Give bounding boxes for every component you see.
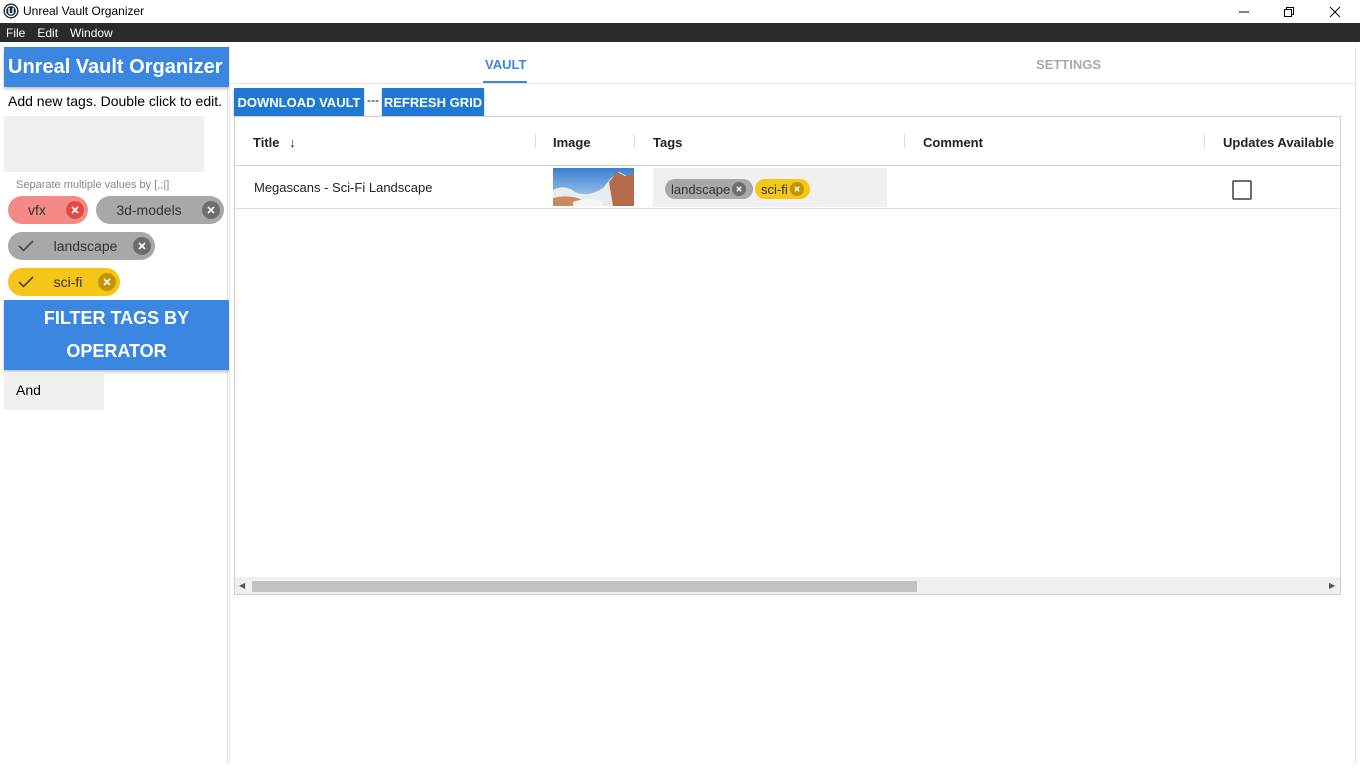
updates-available-checkbox[interactable] (1232, 180, 1252, 200)
chip-label: vfx (28, 202, 46, 218)
close-button[interactable] (1312, 0, 1358, 23)
scroll-right-icon[interactable]: ▶ (1329, 581, 1335, 590)
app-logo-icon (3, 3, 19, 19)
chip-label: landscape (671, 181, 731, 197)
minimize-button[interactable] (1221, 0, 1267, 23)
tag-chip-landscape[interactable]: landscape (8, 232, 155, 260)
remove-tag-icon[interactable] (98, 273, 116, 291)
remove-tag-icon[interactable] (66, 201, 84, 219)
minimize-icon (1239, 11, 1249, 12)
column-header-updates-available[interactable]: Updates Available (1223, 135, 1334, 150)
sidebar-title: Unreal Vault Organizer (4, 47, 229, 87)
remove-tag-icon[interactable] (202, 201, 220, 219)
active-tab-indicator (483, 81, 527, 83)
tab-settings[interactable]: SETTINGS (1036, 57, 1101, 72)
title-bar: Unreal Vault Organizer (0, 0, 1360, 23)
separator-hint: Separate multiple values by [,;|] (16, 179, 170, 191)
toolbar-separator: --- (367, 93, 379, 107)
tag-chip-vfx[interactable]: vfx (8, 196, 88, 224)
column-divider[interactable] (1204, 134, 1205, 148)
scroll-left-icon[interactable]: ◀ (239, 581, 245, 590)
checkmark-icon (18, 240, 38, 252)
restore-button[interactable] (1266, 0, 1312, 23)
column-header-image[interactable]: Image (553, 135, 591, 150)
landscape-thumbnail (553, 168, 634, 206)
tab-vault[interactable]: VAULT (485, 57, 526, 72)
sidebar: Unreal Vault Organizer Add new tags. Dou… (4, 46, 229, 764)
tag-input[interactable] (4, 116, 204, 172)
column-header-comment[interactable]: Comment (923, 135, 983, 150)
filter-tags-button[interactable]: FILTER TAGS BY OPERATOR (4, 300, 229, 370)
menu-window[interactable]: Window (70, 26, 113, 40)
download-vault-button[interactable]: DOWNLOAD VAULT (234, 88, 364, 116)
column-divider[interactable] (904, 134, 905, 148)
chip-label: landscape (53, 238, 118, 254)
chip-label: sci-fi (761, 181, 788, 197)
tag-chip-3d-models[interactable]: 3d-models (96, 196, 224, 224)
tag-hint-text: Add new tags. Double click to edit. (8, 93, 223, 109)
vault-grid: Title ↓ Image Tags Comment Updates Avail… (234, 116, 1341, 595)
remove-tag-icon[interactable] (133, 237, 151, 255)
main-panel: VAULT SETTINGS DOWNLOAD VAULT --- REFRES… (229, 46, 1357, 764)
row-tag-chip-landscape[interactable]: landscape (665, 179, 753, 199)
scrollbar-thumb[interactable] (252, 581, 917, 592)
menu-edit[interactable]: Edit (37, 26, 58, 40)
checkmark-icon (18, 276, 38, 288)
column-header-title[interactable]: Title ↓ (253, 135, 296, 150)
restore-icon (1284, 6, 1294, 17)
column-header-tags[interactable]: Tags (653, 135, 682, 150)
horizontal-scrollbar[interactable]: ◀ ▶ (235, 577, 1340, 594)
chip-label: 3d-models (116, 202, 182, 218)
cell-title: Megascans - Sci-Fi Landscape (254, 180, 433, 195)
menu-bar: File Edit Window (0, 23, 1360, 42)
grid-header: Title ↓ Image Tags Comment Updates Avail… (235, 117, 1340, 166)
tag-chip-sci-fi[interactable]: sci-fi (8, 268, 120, 296)
row-tag-chip-sci-fi[interactable]: sci-fi (755, 179, 810, 199)
remove-tag-icon[interactable] (732, 182, 747, 196)
operator-select[interactable]: And (4, 372, 104, 410)
column-divider[interactable] (535, 134, 536, 148)
tab-bar: VAULT SETTINGS (230, 46, 1357, 84)
chip-label: sci-fi (53, 274, 83, 290)
table-row[interactable]: Megascans - Sci-Fi Landscape landscape s… (235, 166, 1340, 209)
remove-tag-icon[interactable] (789, 182, 804, 196)
close-icon (1329, 6, 1341, 17)
column-divider[interactable] (634, 134, 635, 148)
window-title: Unreal Vault Organizer (23, 4, 145, 18)
sort-descending-icon: ↓ (289, 135, 296, 150)
menu-file[interactable]: File (6, 26, 25, 40)
refresh-grid-button[interactable]: REFRESH GRID (382, 88, 484, 116)
cell-tags[interactable]: landscape sci-fi (653, 168, 887, 207)
